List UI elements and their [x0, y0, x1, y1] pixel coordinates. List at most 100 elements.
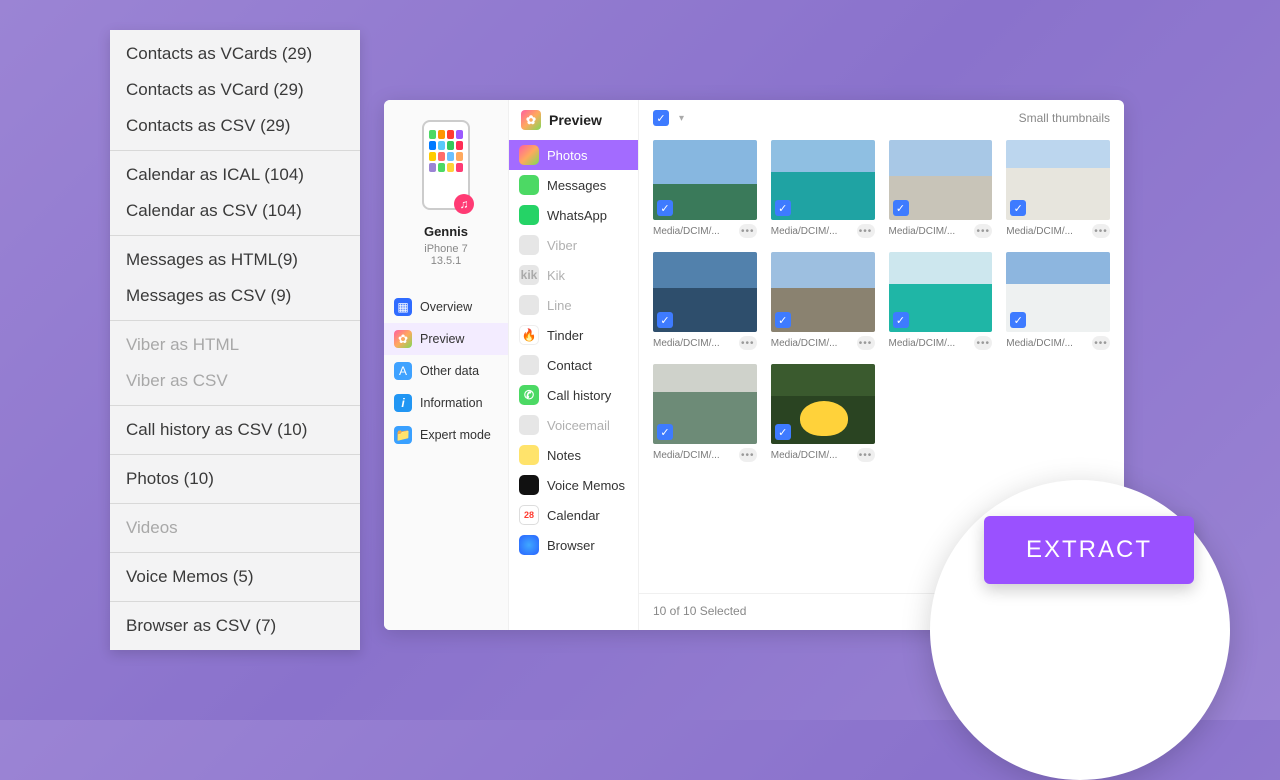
export-option[interactable]: Voice Memos (5) — [110, 559, 360, 595]
other-icon: A — [394, 362, 412, 380]
select-all-checkbox[interactable]: ✓ — [653, 110, 669, 126]
thumbnail-more-icon[interactable]: ••• — [857, 336, 875, 350]
thumbnail-more-icon[interactable]: ••• — [857, 224, 875, 238]
category-tinder[interactable]: 🔥Tinder — [509, 320, 638, 350]
thumbnail-image: ✓ — [771, 252, 875, 332]
device-ios: 13.5.1 — [431, 255, 462, 267]
thumbnail-more-icon[interactable]: ••• — [857, 448, 875, 462]
thumbnail-checkbox[interactable]: ✓ — [1010, 312, 1026, 328]
device-nav-other-data[interactable]: AOther data — [384, 355, 508, 387]
export-options-panel: Contacts as VCards (29)Contacts as VCard… — [110, 30, 360, 650]
info-icon: i — [394, 394, 412, 412]
photo-thumbnail[interactable]: ✓ Media/DCIM/... ••• — [889, 252, 993, 350]
category-label: Photos — [547, 148, 587, 163]
export-option: Viber as HTML — [110, 327, 360, 363]
thumbnail-checkbox[interactable]: ✓ — [1010, 200, 1026, 216]
category-notes[interactable]: Notes — [509, 440, 638, 470]
browser-icon — [519, 535, 539, 555]
category-calendar[interactable]: 28Calendar — [509, 500, 638, 530]
category-label: WhatsApp — [547, 208, 607, 223]
category-call-history[interactable]: ✆Call history — [509, 380, 638, 410]
device-nav-overview[interactable]: ▦Overview — [384, 291, 508, 323]
export-option[interactable]: Browser as CSV (7) — [110, 608, 360, 644]
export-option[interactable]: Calendar as CSV (104) — [110, 193, 360, 229]
calendar-icon: 28 — [519, 505, 539, 525]
thumbnail-more-icon[interactable]: ••• — [974, 224, 992, 238]
thumbnail-checkbox[interactable]: ✓ — [657, 424, 673, 440]
thumbnail-path: Media/DCIM/... — [889, 338, 956, 349]
thumbnail-more-icon[interactable]: ••• — [974, 336, 992, 350]
thumbnail-checkbox[interactable]: ✓ — [893, 200, 909, 216]
thumbnail-checkbox[interactable]: ✓ — [775, 424, 791, 440]
thumbnail-path: Media/DCIM/... — [771, 226, 838, 237]
extract-button[interactable]: EXTRACT — [984, 516, 1194, 584]
category-label: Tinder — [547, 328, 583, 343]
photo-thumbnail[interactable]: ✓ Media/DCIM/... ••• — [1006, 140, 1110, 238]
category-messages[interactable]: Messages — [509, 170, 638, 200]
export-option: Viber as CSV — [110, 363, 360, 399]
thumbnail-checkbox[interactable]: ✓ — [657, 200, 673, 216]
export-option[interactable]: Calendar as ICAL (104) — [110, 157, 360, 193]
export-option[interactable]: Contacts as CSV (29) — [110, 108, 360, 144]
thumbnail-more-icon[interactable]: ••• — [739, 448, 757, 462]
category-label: Voiceemail — [547, 418, 610, 433]
category-label: Browser — [547, 538, 595, 553]
category-browser[interactable]: Browser — [509, 530, 638, 560]
export-option[interactable]: Messages as HTML(9) — [110, 242, 360, 278]
photo-thumbnail[interactable]: ✓Media/DCIM/...••• — [653, 140, 757, 238]
thumbnail-more-icon[interactable]: ••• — [1092, 224, 1110, 238]
device-nav-information[interactable]: iInformation — [384, 387, 508, 419]
thumbnail-more-icon[interactable]: ••• — [739, 224, 757, 238]
thumbnail-image: ✓ — [771, 140, 875, 220]
export-option[interactable]: Messages as CSV (9) — [110, 278, 360, 314]
thumbnail-checkbox[interactable]: ✓ — [657, 312, 673, 328]
category-kik[interactable]: kikKik — [509, 260, 638, 290]
preview-icon: ✿ — [521, 110, 541, 130]
category-voiceemail[interactable]: Voiceemail — [509, 410, 638, 440]
category-line[interactable]: Line — [509, 290, 638, 320]
export-option[interactable]: Contacts as VCards (29) — [110, 36, 360, 72]
category-header: Preview — [549, 112, 602, 128]
category-viber[interactable]: Viber — [509, 230, 638, 260]
category-label: Voice Memos — [547, 478, 625, 493]
device-model: iPhone 7 — [424, 243, 467, 255]
content-toolbar: ✓ ▾ Small thumbnails — [639, 100, 1124, 136]
photo-thumbnail[interactable]: ✓ Media/DCIM/... ••• — [771, 140, 875, 238]
category-contact[interactable]: Contact — [509, 350, 638, 380]
device-phone-icon: ♫ — [422, 120, 470, 210]
messages-icon — [519, 175, 539, 195]
device-nav-preview[interactable]: ✿Preview — [384, 323, 508, 355]
export-option[interactable]: Photos (10) — [110, 461, 360, 497]
thumbnail-path: Media/DCIM/... — [1006, 338, 1073, 349]
export-option[interactable]: Contacts as VCard (29) — [110, 72, 360, 108]
device-name: Gennis — [424, 224, 468, 239]
photo-thumbnail[interactable]: ✓Media/DCIM/...••• — [771, 252, 875, 350]
device-sidebar: ♫ Gennis iPhone 7 13.5.1 ▦Overview✿Previ… — [384, 100, 509, 630]
thumbnail-more-icon[interactable]: ••• — [1092, 336, 1110, 350]
thumbnail-path: Media/DCIM/... — [1006, 226, 1073, 237]
select-dropdown-icon[interactable]: ▾ — [679, 113, 684, 124]
device-nav-label: Overview — [420, 300, 472, 314]
whatsapp-icon — [519, 205, 539, 225]
category-label: Line — [547, 298, 572, 313]
thumbnail-more-icon[interactable]: ••• — [739, 336, 757, 350]
device-nav-expert-mode[interactable]: 📁Expert mode — [384, 419, 508, 451]
thumbnail-mode-label[interactable]: Small thumbnails — [1019, 111, 1110, 125]
thumbnail-path: Media/DCIM/... — [653, 338, 720, 349]
thumbnail-image: ✓ — [653, 364, 757, 444]
category-whatsapp[interactable]: WhatsApp — [509, 200, 638, 230]
category-voice-memos[interactable]: Voice Memos — [509, 470, 638, 500]
thumbnail-checkbox[interactable]: ✓ — [775, 312, 791, 328]
photo-thumbnail[interactable]: ✓ Media/DCIM/... ••• — [653, 252, 757, 350]
photo-thumbnail[interactable]: ✓Media/DCIM/...••• — [771, 364, 875, 462]
photos-icon — [519, 145, 539, 165]
thumbnail-checkbox[interactable]: ✓ — [775, 200, 791, 216]
thumbnail-checkbox[interactable]: ✓ — [893, 312, 909, 328]
kik-icon: kik — [519, 265, 539, 285]
photo-thumbnail[interactable]: ✓Media/DCIM/...••• — [653, 364, 757, 462]
export-option[interactable]: Call history as CSV (10) — [110, 412, 360, 448]
photo-thumbnail[interactable]: ✓ Media/DCIM/... ••• — [1006, 252, 1110, 350]
photo-thumbnail[interactable]: ✓Media/DCIM/...••• — [889, 140, 993, 238]
category-photos[interactable]: Photos — [509, 140, 638, 170]
preview-icon: ✿ — [394, 330, 412, 348]
